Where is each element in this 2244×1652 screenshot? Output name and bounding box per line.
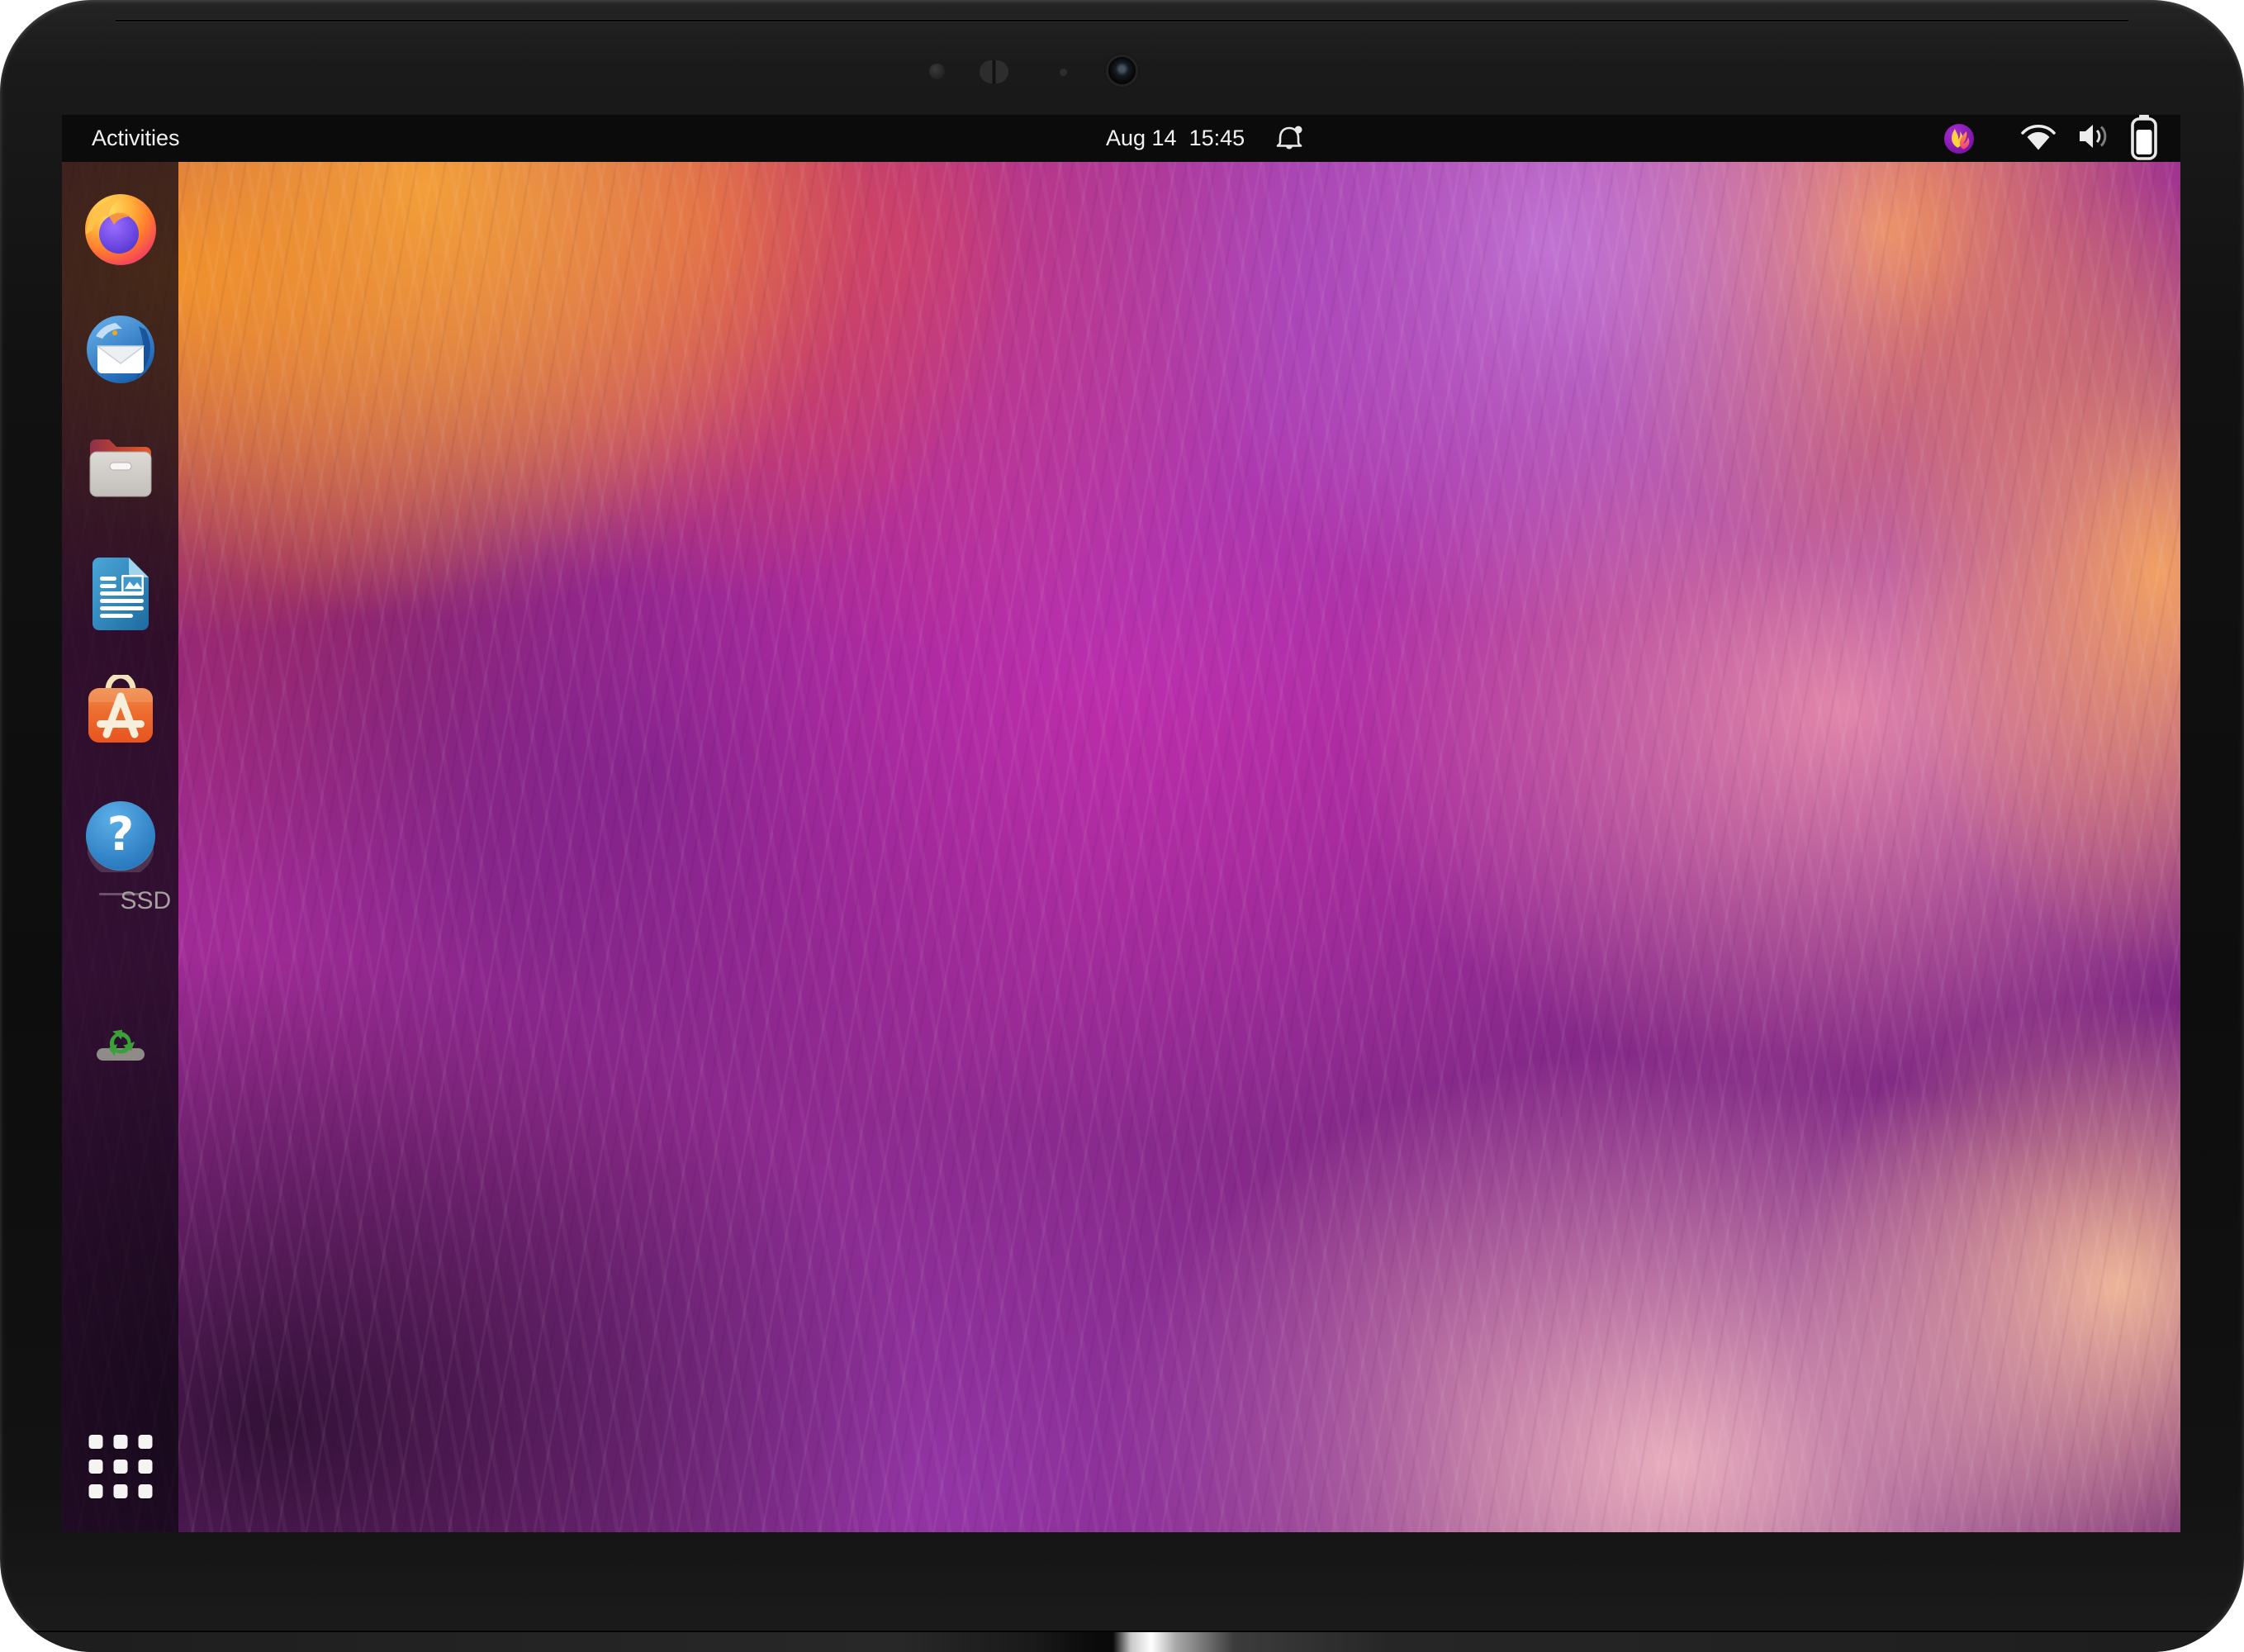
screen: Activities Aug 14 15:45 [62,115,2180,1532]
top-bar: Activities Aug 14 15:45 [62,115,2180,162]
dock-item-thunderbird[interactable] [85,314,156,387]
wifi-icon [2020,120,2057,157]
system-tray[interactable] [1944,115,2161,162]
bottom-edge [0,1631,2244,1652]
dock-item-writer[interactable] [90,555,151,635]
clock-time: 15:45 [1189,126,1245,151]
dock-item-help[interactable]: ? [84,800,157,875]
firefox-icon [84,256,157,268]
clock-menu[interactable]: Aug 14 15:45 [1106,115,1306,162]
flame-indicator-icon [1944,124,1974,154]
battery-icon [2128,115,2161,164]
camera-lens-icon [1108,57,1136,84]
volume-icon [2075,120,2109,157]
notification-bell-icon [1273,122,1306,155]
ubuntu-software-icon [82,743,159,755]
mic-dot-icon [1060,69,1067,76]
files-folder-icon [84,489,157,501]
recycle-icon [102,1024,140,1062]
show-applications-button[interactable] [88,1435,152,1498]
svg-text:?: ? [107,808,133,862]
activities-button[interactable]: Activities [92,115,180,162]
dock-item-firefox[interactable] [84,193,157,268]
ir-sensor-icon [980,60,1008,83]
sensor-dot-icon [929,64,945,79]
thunderbird-icon [85,375,156,387]
tablet-frame: Activities Aug 14 15:45 [0,0,2244,1652]
device-mockup: Activities Aug 14 15:45 [0,0,2244,1652]
libreoffice-writer-icon [90,623,151,635]
dock: ? SSD [62,162,178,1532]
clock-date: Aug 14 [1106,126,1177,151]
dock-item-software[interactable] [82,675,159,755]
app-grid-icon [88,1435,152,1498]
help-question-icon: ? [84,862,157,875]
desktop-wallpaper [62,162,2180,1532]
frame-seam [116,20,2128,21]
dock-item-files[interactable] [84,431,157,501]
